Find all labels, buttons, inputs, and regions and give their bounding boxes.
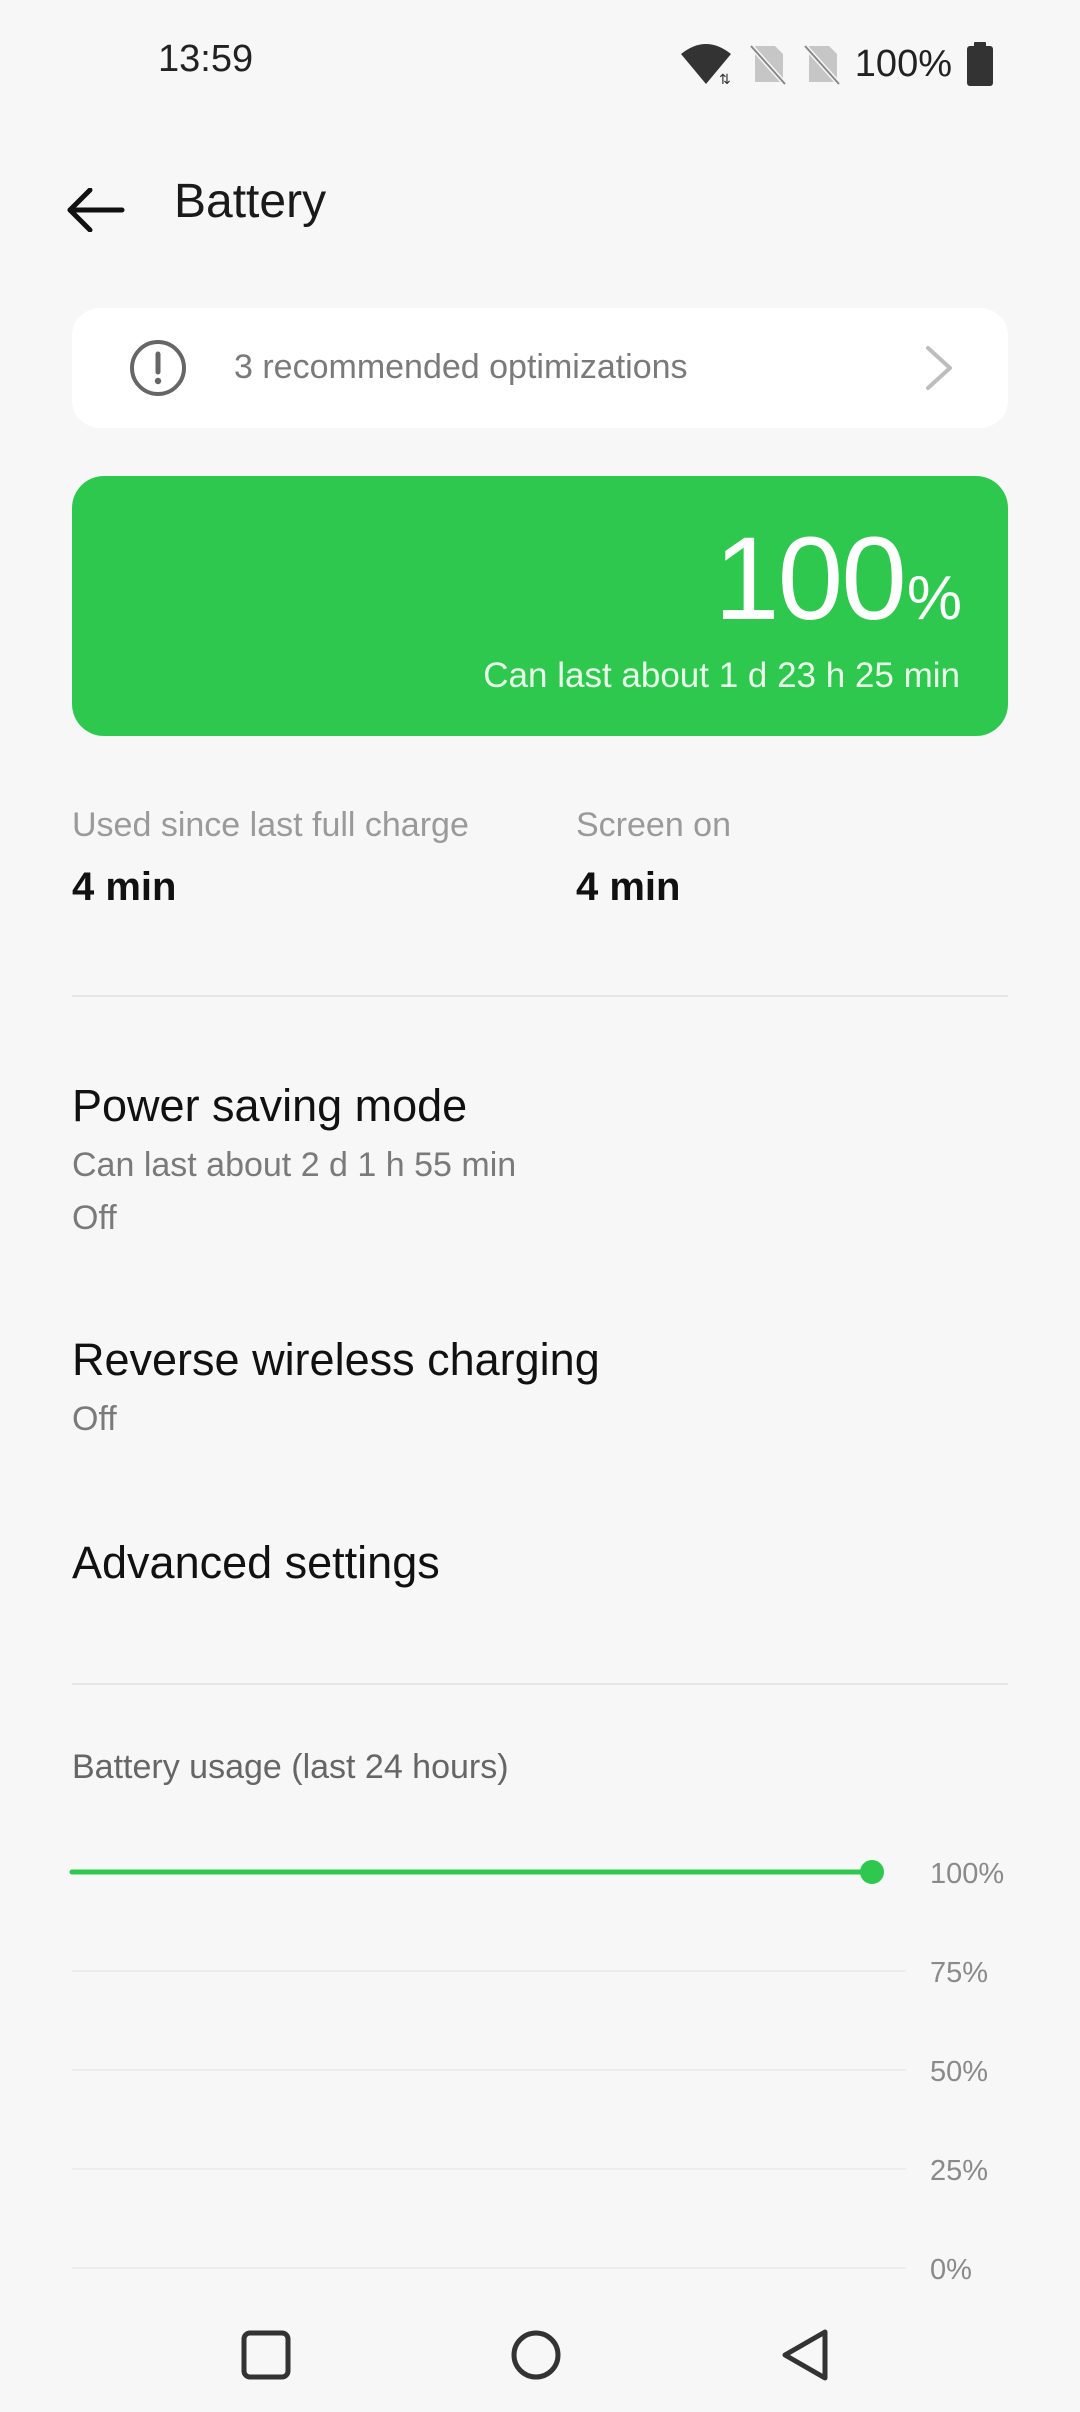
battery-full-icon: [967, 42, 993, 86]
battery-estimate: Can last about 1 d 23 h 25 min: [483, 656, 960, 695]
screen-on-label: Screen on: [576, 806, 731, 844]
battery-percent-text: 100%: [854, 42, 952, 85]
recents-button[interactable]: [221, 2310, 311, 2400]
screen-on-value: 4 min: [576, 865, 681, 909]
battery-level-card: 100 % Can last about 1 d 23 h 25 min: [72, 476, 1008, 736]
y-tick-label: 50%: [930, 2056, 988, 2088]
back-button[interactable]: [56, 170, 136, 250]
chart-title: Battery usage (last 24 hours): [72, 1748, 509, 1786]
back-arrow-icon: [67, 188, 125, 232]
advanced-settings-item[interactable]: Advanced settings: [72, 1537, 1008, 1627]
setting-title: Power saving mode: [72, 1080, 468, 1131]
wifi-icon: ⇅: [680, 44, 731, 86]
status-bar: 13:59 ⇅ 100%: [0, 0, 1080, 130]
no-sim-icon: [748, 44, 787, 86]
setting-title: Reverse wireless charging: [72, 1334, 600, 1385]
chevron-right-icon: [926, 346, 952, 390]
divider: [72, 995, 1008, 997]
status-time: 13:59: [158, 38, 254, 80]
system-back-button[interactable]: [761, 2310, 851, 2400]
y-tick-label: 0%: [930, 2254, 972, 2280]
back-triangle-icon: [782, 2329, 828, 2381]
used-since-charge-stat: Used since last full charge 4 min: [72, 806, 469, 910]
setting-status: Off: [72, 1400, 117, 1438]
setting-status: Off: [72, 1199, 117, 1237]
optimizations-text: 3 recommended optimizations: [234, 348, 688, 386]
recents-square-icon: [241, 2330, 291, 2380]
home-button[interactable]: [491, 2310, 581, 2400]
reverse-wireless-charging-item[interactable]: Reverse wireless charging Off: [72, 1334, 1008, 1464]
y-tick-label: 25%: [930, 2155, 988, 2187]
used-since-charge-label: Used since last full charge: [72, 806, 469, 844]
home-circle-icon: [511, 2330, 561, 2380]
app-bar: Battery: [0, 150, 1080, 260]
status-icons: ⇅ 100%: [679, 34, 994, 94]
optimizations-card[interactable]: 3 recommended optimizations: [72, 308, 1008, 428]
setting-title: Advanced settings: [72, 1537, 440, 1588]
battery-level-unit: %: [906, 564, 962, 633]
page-title: Battery: [174, 175, 327, 228]
battery-level: 100 %: [714, 520, 962, 638]
power-saving-mode-item[interactable]: Power saving mode Can last about 2 d 1 h…: [72, 1080, 1008, 1260]
current-level-point: [860, 1860, 884, 1884]
svg-text:⇅: ⇅: [719, 72, 731, 86]
battery-usage-chart: 100% 75% 50% 25% 0%: [69, 1858, 1004, 2280]
y-tick-label: 100%: [930, 1858, 1004, 1890]
divider: [72, 1683, 1008, 1685]
setting-subtitle: Can last about 2 d 1 h 55 min: [72, 1146, 517, 1184]
alert-circle-icon: [130, 340, 186, 396]
battery-level-number: 100: [713, 513, 907, 645]
used-since-charge-value: 4 min: [72, 865, 177, 909]
navigation-bar: [0, 2290, 1080, 2412]
y-tick-label: 75%: [930, 1957, 988, 1989]
no-sim-icon: [802, 44, 841, 86]
screen-on-stat: Screen on 4 min: [576, 806, 731, 910]
